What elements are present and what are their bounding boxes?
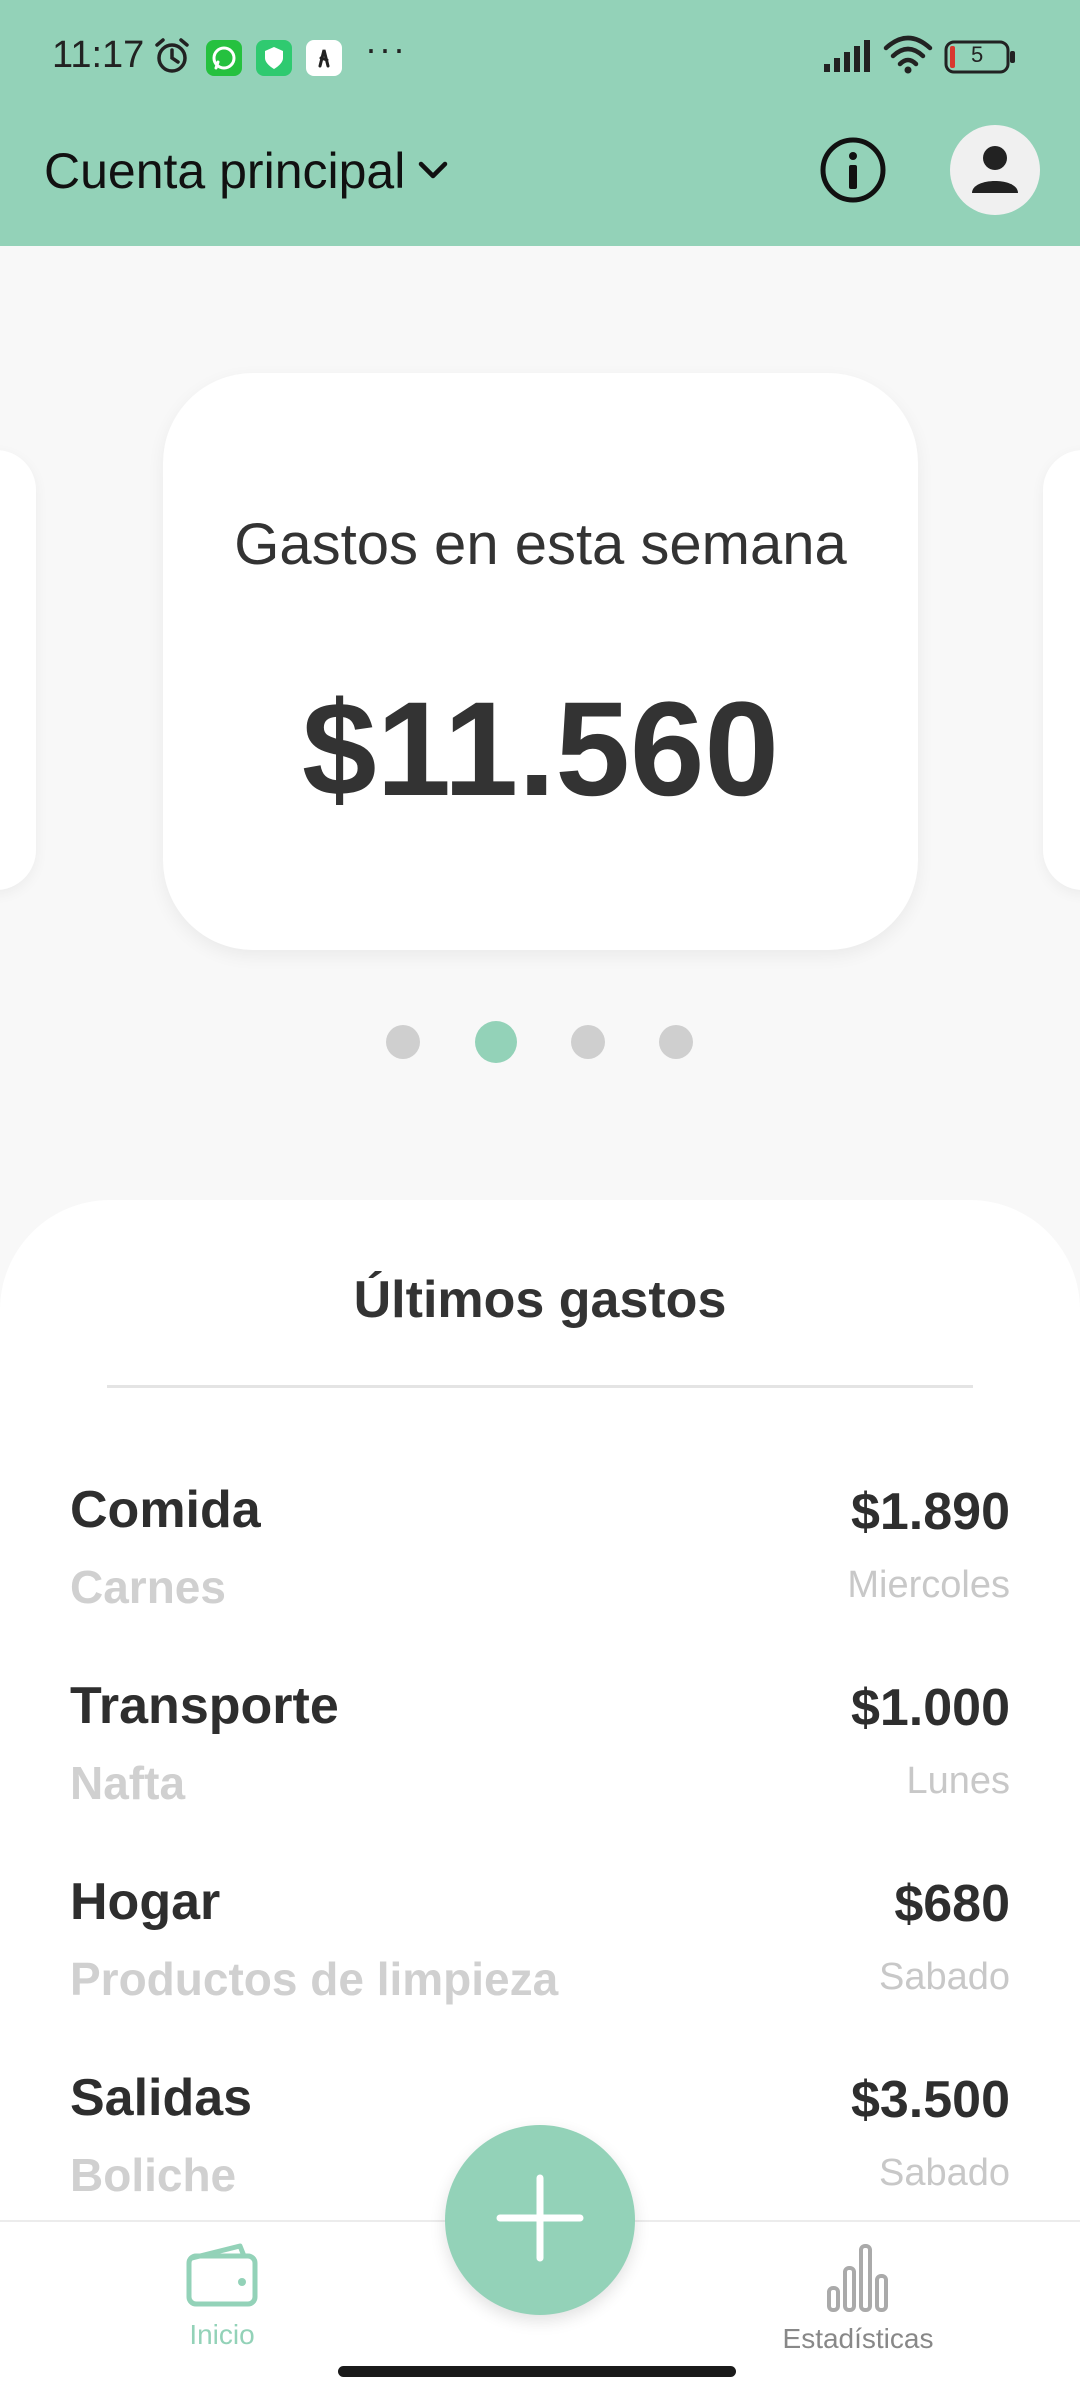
status-bar: 11:17 ··· 5	[0, 0, 1080, 110]
summary-card-amount: $11.560	[302, 675, 779, 824]
plus-icon	[492, 2170, 588, 2271]
nav-item-statistics[interactable]: Estadísticas	[758, 2242, 958, 2355]
home-indicator[interactable]	[338, 2366, 736, 2377]
shield-app-icon	[256, 40, 292, 76]
recent-expenses-panel: Últimos gastos Comida Carnes $1.890 Mier…	[0, 1200, 1080, 2220]
expense-day: Sabado	[878, 1956, 1010, 1998]
carousel-dot[interactable]	[571, 1025, 605, 1059]
expense-row[interactable]: Comida Carnes $1.890 Miercoles	[70, 1480, 1010, 1660]
expense-category: Transporte	[70, 1677, 339, 1735]
expense-subcategory: Boliche	[70, 2149, 237, 2201]
alarm-icon	[152, 36, 192, 81]
expense-day: Sabado	[878, 2152, 1010, 2194]
wallet-icon	[184, 2243, 260, 2312]
summary-card[interactable]: Gastos en esta semana $11.560	[163, 373, 918, 950]
carousel-card-previous[interactable]	[0, 450, 36, 890]
expense-category: Comida	[70, 1481, 261, 1539]
expense-category: Salidas	[70, 2069, 253, 2127]
battery-level: 5	[971, 42, 984, 67]
info-icon	[818, 137, 888, 209]
nav-label-statistics: Estadísticas	[782, 2323, 934, 2354]
expense-subcategory: Nafta	[70, 1757, 186, 1809]
account-selector[interactable]: Cuenta principal	[44, 142, 451, 200]
recent-expenses-title: Últimos gastos	[353, 1271, 727, 1329]
expense-subcategory: Productos de limpieza	[70, 1953, 559, 2005]
expense-amount: $1.000	[850, 1679, 1010, 1737]
app-header: 11:17 ··· 5 Cuenta principal	[0, 0, 1080, 246]
nav-label-home: Inicio	[189, 2319, 255, 2350]
expense-amount: $680	[894, 1875, 1010, 1933]
summary-card-label: Gastos en esta semana	[234, 512, 847, 577]
wifi-icon	[882, 34, 934, 79]
whatsapp-icon	[206, 40, 242, 76]
status-time: 11:17	[52, 34, 145, 76]
expense-amount: $1.890	[850, 1483, 1010, 1541]
expense-row[interactable]: Hogar Productos de limpieza $680 Sabado	[70, 1872, 1010, 2052]
expense-amount: $3.500	[850, 2071, 1010, 2129]
more-dots-icon: ···	[365, 28, 407, 69]
expense-day: Lunes	[906, 1760, 1010, 1802]
bar-chart-icon	[825, 2244, 891, 2316]
app-icon	[306, 40, 342, 76]
carousel-dot[interactable]	[386, 1025, 420, 1059]
nav-item-home[interactable]: Inicio	[122, 2242, 322, 2351]
signal-icon	[822, 38, 874, 79]
expense-subcategory: Carnes	[70, 1561, 226, 1613]
divider	[107, 1385, 973, 1388]
expense-row[interactable]: Transporte Nafta $1.000 Lunes	[70, 1676, 1010, 1856]
carousel-dots	[0, 1021, 1080, 1065]
profile-button[interactable]	[950, 125, 1040, 215]
chevron-down-icon	[415, 142, 451, 200]
carousel-card-next[interactable]	[1043, 450, 1080, 890]
carousel-dot[interactable]	[659, 1025, 693, 1059]
carousel-dot-active[interactable]	[475, 1021, 517, 1063]
user-icon	[968, 141, 1022, 200]
expense-day: Miercoles	[847, 1564, 1010, 1606]
info-button[interactable]	[818, 135, 888, 205]
account-title: Cuenta principal	[44, 143, 406, 199]
add-expense-button[interactable]	[445, 2125, 635, 2315]
expense-category: Hogar	[70, 1873, 221, 1931]
